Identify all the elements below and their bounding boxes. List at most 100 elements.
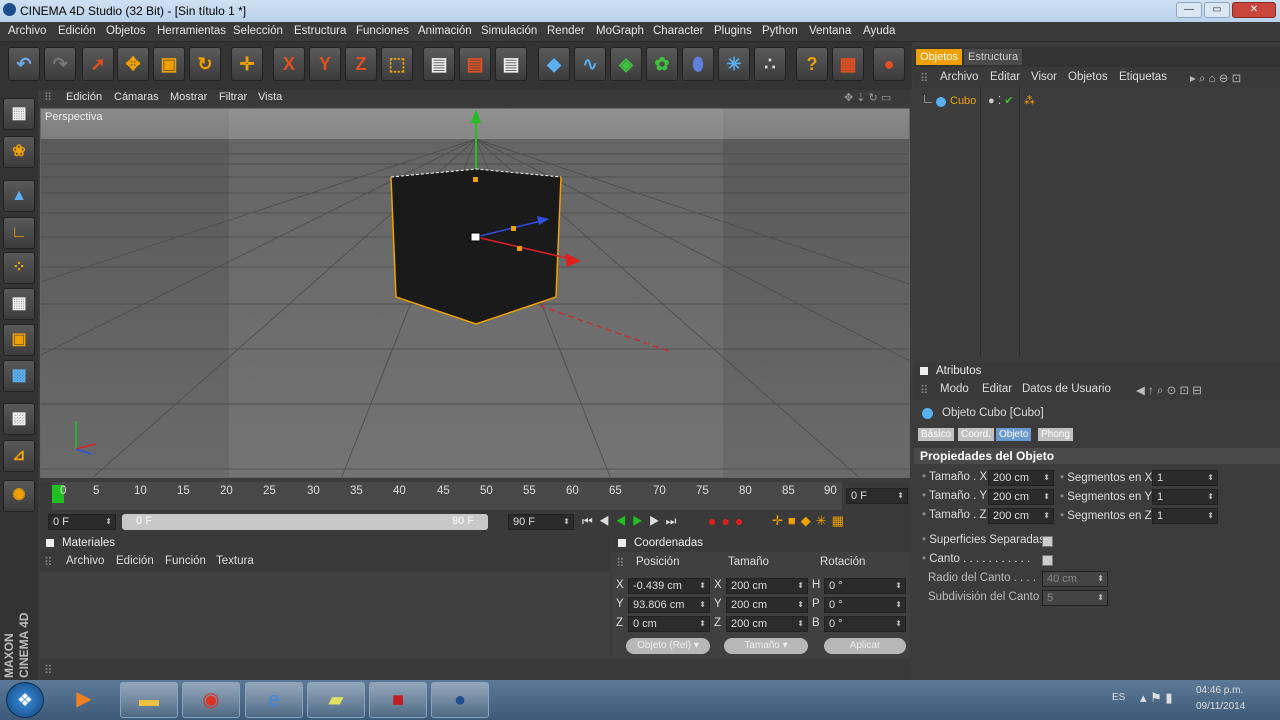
segments-x-input[interactable]: 1 ⬍	[1152, 470, 1218, 486]
objects-menu-editar[interactable]: Editar	[990, 71, 1020, 83]
attributes-menu-modo[interactable]: Modo	[940, 383, 969, 395]
live-select-icon[interactable]: ✛	[231, 47, 263, 81]
timeline[interactable]: 0 5 10 15 20 25 30 35 40 45 50 55 60 65 …	[40, 482, 910, 512]
x-axis-lock-button[interactable]: X	[273, 47, 305, 81]
cube-primitive-icon[interactable]: ◆	[538, 47, 570, 81]
size-x-field[interactable]: 200 cm ⬍	[726, 578, 808, 594]
menu-mograph[interactable]: MoGraph	[596, 25, 644, 37]
close-button[interactable]: ✕	[1232, 2, 1276, 18]
tray-icons[interactable]: ▴ ⚑ ▮	[1140, 690, 1173, 706]
points-mode-icon[interactable]: ⁘	[3, 252, 35, 284]
tab-objects[interactable]: Objetos	[916, 49, 962, 65]
rotation-h-field[interactable]: 0 ° ⬍	[824, 578, 906, 594]
coordinate-mode-dropdown[interactable]: Objeto (Rel) ▾	[626, 638, 710, 654]
media-player-icon[interactable]: ▶	[64, 686, 104, 714]
object-mode-icon[interactable]: ▲	[3, 180, 35, 212]
materials-menu-edicion[interactable]: Edición	[116, 555, 154, 567]
menu-render[interactable]: Render	[547, 25, 585, 37]
separate-surfaces-checkbox[interactable]	[1042, 536, 1053, 547]
size-z-field[interactable]: 200 cm ⬍	[726, 616, 808, 632]
objects-menu-archivo[interactable]: Archivo	[940, 71, 978, 83]
apply-button[interactable]: Aplicar	[824, 638, 906, 654]
viewport[interactable]: Perspectiva	[40, 108, 910, 478]
edges-mode-icon[interactable]: ▦	[3, 288, 35, 320]
tab-phong[interactable]: Phong	[1038, 428, 1073, 441]
deformer-icon[interactable]: ⬮	[682, 47, 714, 81]
subdivision-icon[interactable]: ◈	[610, 47, 642, 81]
language-indicator[interactable]: ES	[1112, 692, 1125, 703]
viewport-menu-camaras[interactable]: Cámaras	[114, 91, 159, 103]
explorer-icon[interactable]: ▬	[120, 682, 178, 718]
menu-simulacion[interactable]: Simulación	[481, 25, 537, 37]
menu-estructura[interactable]: Estructura	[294, 25, 346, 37]
end-frame-field[interactable]: 90 F ⬍	[508, 514, 574, 530]
materials-menu-textura[interactable]: Textura	[216, 555, 254, 567]
array-icon[interactable]: ✿	[646, 47, 678, 81]
viewport-nav-icons[interactable]: ✥ ⇣ ↻ ▭	[844, 91, 891, 104]
tab-basico[interactable]: Básico	[918, 428, 955, 441]
viewport-menu-edicion[interactable]: Edición	[66, 91, 102, 103]
help-icon[interactable]: ?	[796, 47, 828, 81]
model-mode-icon[interactable]: ❀	[3, 136, 35, 168]
playback-controls[interactable]: ⏮◀◀▶▶⏭	[582, 514, 682, 529]
segments-z-input[interactable]: 1 ⬍	[1152, 508, 1218, 524]
rotation-p-field[interactable]: 0 ° ⬍	[824, 597, 906, 613]
maximize-button[interactable]: ▭	[1204, 2, 1230, 18]
size-y-field[interactable]: 200 cm ⬍	[726, 597, 808, 613]
menu-character[interactable]: Character	[653, 25, 704, 37]
snap-icon[interactable]: ✺	[3, 480, 35, 512]
menu-funciones[interactable]: Funciones	[356, 25, 409, 37]
render-settings-icon[interactable]: ▤	[495, 47, 527, 81]
minimize-button[interactable]: —	[1176, 2, 1202, 18]
render-picture-icon[interactable]: ▤	[459, 47, 491, 81]
object-row-cubo[interactable]: Cubo ● ⁚ ✔ ⁂	[914, 93, 1280, 111]
frame-range-slider[interactable]: 0 F 90 F	[122, 514, 488, 530]
position-x-field[interactable]: -0.439 cm ⬍	[628, 578, 710, 594]
move-icon[interactable]: ✥	[117, 47, 149, 81]
menu-python[interactable]: Python	[762, 25, 798, 37]
tab-coord[interactable]: Coord.	[958, 428, 995, 441]
viewport-menu-filtrar[interactable]: Filtrar	[219, 91, 247, 103]
menu-archivo[interactable]: Archivo	[8, 25, 46, 37]
fillet-checkbox[interactable]	[1042, 555, 1053, 566]
chrome-icon[interactable]: ◉	[182, 682, 240, 718]
sticky-notes-icon[interactable]: ▰	[307, 682, 365, 718]
clock-time[interactable]: 04:46 p.m.	[1196, 685, 1243, 696]
size-x-input[interactable]: 200 cm ⬍	[988, 470, 1054, 486]
materials-menu-archivo[interactable]: Archivo	[66, 555, 104, 567]
attributes-menu-datos-usuario[interactable]: Datos de Usuario	[1022, 383, 1111, 395]
workplane-icon[interactable]: ⊿	[3, 440, 35, 472]
scale-icon[interactable]: ▣	[153, 47, 185, 81]
fillet-subdivision-input[interactable]: 5 ⬍	[1042, 590, 1108, 606]
polygons-mode-icon[interactable]: ▣	[3, 324, 35, 356]
position-y-field[interactable]: 93.806 cm ⬍	[628, 597, 710, 613]
menu-herramientas[interactable]: Herramientas	[157, 25, 226, 37]
objects-search-icon[interactable]: ▸ ⌕ ⌂ ⊖ ⊡	[1190, 71, 1241, 86]
phong-tag-icon[interactable]: ⁂	[1024, 94, 1035, 107]
uv-mode-icon[interactable]: ▩	[3, 360, 35, 392]
attributes-nav-icons[interactable]: ◀ ↑ ⌕ ⊙ ⊡ ⊟	[1136, 383, 1202, 398]
start-frame-field[interactable]: 0 F ⬍	[48, 514, 116, 530]
z-axis-lock-button[interactable]: Z	[345, 47, 377, 81]
clock-date[interactable]: 09/11/2014	[1196, 701, 1245, 712]
menu-animacion[interactable]: Animación	[418, 25, 472, 37]
size-mode-dropdown[interactable]: Tamaño ▾	[724, 638, 808, 654]
scene-icon[interactable]: ✳	[718, 47, 750, 81]
menu-plugins[interactable]: Plugins	[714, 25, 752, 37]
spline-icon[interactable]: ∿	[574, 47, 606, 81]
viewport-menu-vista[interactable]: Vista	[258, 91, 282, 103]
menu-objetos[interactable]: Objetos	[106, 25, 146, 37]
segments-y-input[interactable]: 1 ⬍	[1152, 489, 1218, 505]
texture-mode-icon[interactable]: ▩	[3, 403, 35, 435]
menu-ventana[interactable]: Ventana	[809, 25, 851, 37]
undo-icon[interactable]: ↶	[8, 47, 40, 81]
start-button[interactable]: ❖	[6, 682, 44, 718]
size-y-input[interactable]: 200 cm ⬍	[988, 489, 1054, 505]
position-z-field[interactable]: 0 cm ⬍	[628, 616, 710, 632]
objects-menu-objetos[interactable]: Objetos	[1068, 71, 1108, 83]
axis-mode-icon[interactable]: ∟	[3, 217, 35, 249]
y-axis-lock-button[interactable]: Y	[309, 47, 341, 81]
attributes-menu-editar[interactable]: Editar	[982, 383, 1012, 395]
visibility-dots-icon[interactable]: ● ⁚ ✔	[988, 94, 1013, 107]
render-view-icon[interactable]: ▤	[423, 47, 455, 81]
